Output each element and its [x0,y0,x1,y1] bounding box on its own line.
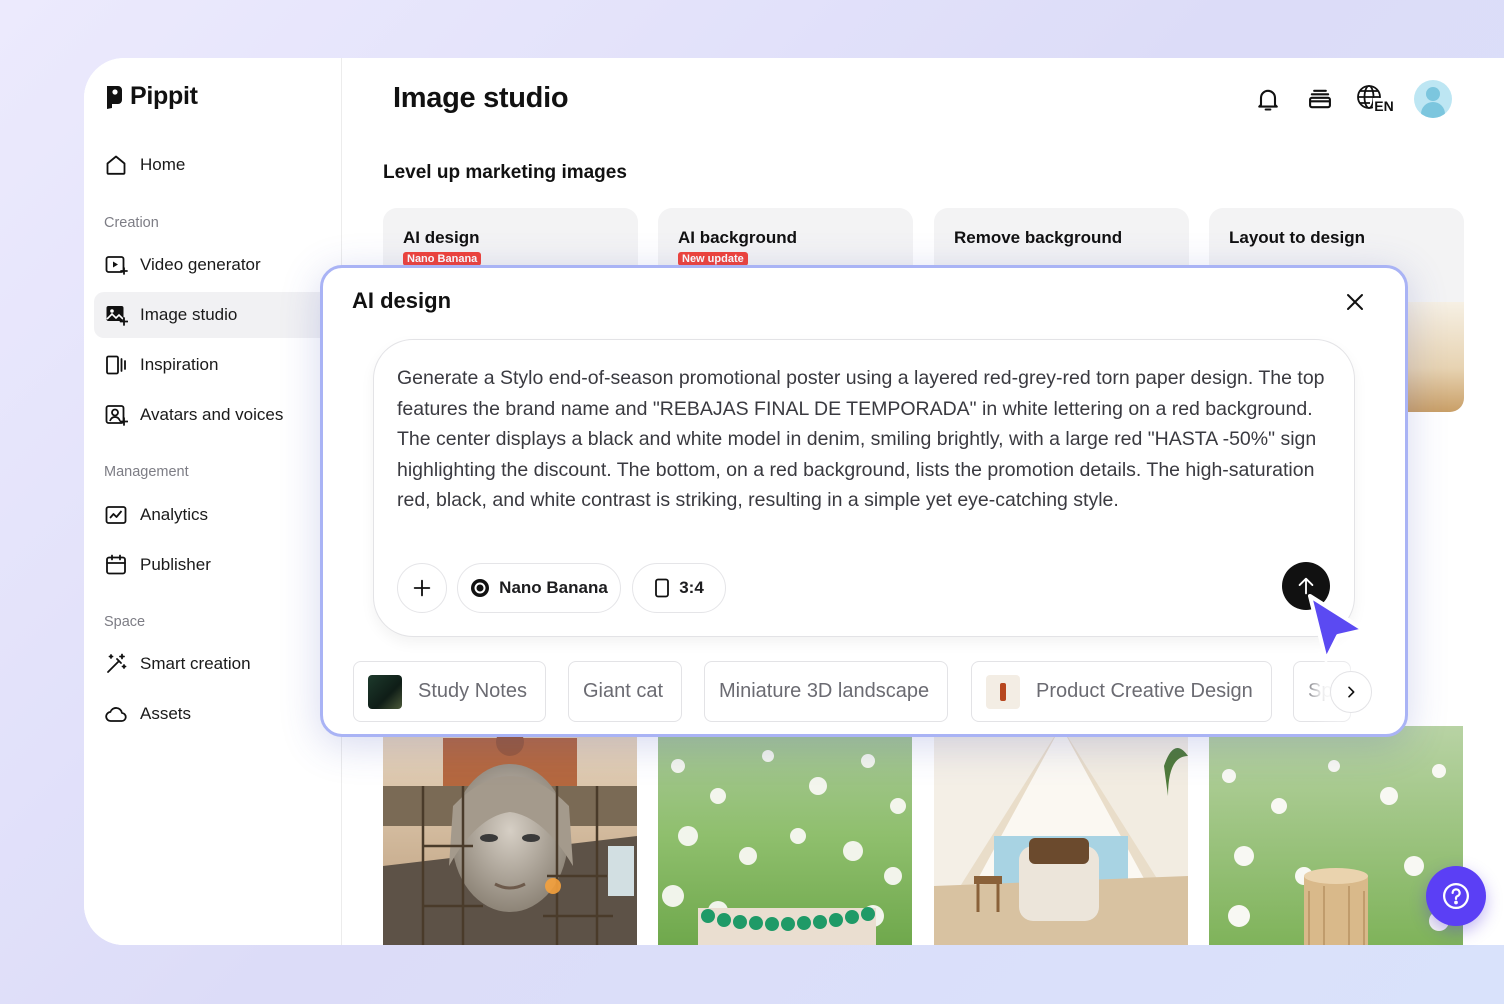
question-icon [1443,883,1469,909]
user-avatar[interactable] [1414,80,1452,118]
suggestion-chip[interactable]: Study Notes [353,661,546,722]
sidebar-item-smart-creation[interactable]: Smart creation [94,641,342,687]
tool-card-title: Layout to design [1229,228,1365,247]
sidebar-item-publisher[interactable]: Publisher [94,542,342,588]
sidebar-item-home[interactable]: Home [94,142,342,188]
notifications-button[interactable] [1252,83,1284,115]
suggestion-label: Sp [1308,680,1333,702]
sidebar: Pippit Home Creation Video generator Ima… [84,58,342,945]
tool-card-badge: New update [678,252,748,266]
sidebar-item-inspiration[interactable]: Inspiration [94,342,342,388]
suggestion-label: Study Notes [418,680,527,702]
section-label-creation: Creation [104,215,159,231]
model-selector[interactable]: Nano Banana [457,563,621,613]
mouse-cursor-icon [1308,594,1366,662]
sidebar-item-label: Image studio [140,305,238,324]
suggestion-label: Product Creative Design [1036,680,1253,702]
gallery-image[interactable] [1209,726,1463,945]
suggestion-label: Miniature 3D landscape [719,680,930,702]
gallery-image[interactable] [658,726,912,945]
tool-card-title: AI background [678,228,798,247]
bell-icon [1258,89,1278,111]
sidebar-item-label: Home [140,155,186,174]
magic-wand-icon [107,653,127,673]
help-button[interactable] [1426,866,1486,926]
prompt-box: Generate a Stylo end-of-season promotion… [373,339,1355,637]
suggestion-label: Giant cat [583,680,664,702]
header-actions: EN [1252,80,1452,118]
avatar-icon [105,405,128,426]
beach-tent-image [934,726,1188,945]
pippit-logo-icon [107,85,122,109]
tool-card-title: Remove background [954,228,1123,247]
close-button[interactable] [1343,290,1367,314]
tool-card-badge: Nano Banana [403,252,482,266]
brand-name: Pippit [130,82,198,110]
modal-title: AI design [352,288,452,313]
analytics-icon [105,506,127,524]
language-button[interactable]: EN [1356,83,1395,115]
statue-scene-image [383,726,637,945]
sidebar-item-label: Inspiration [140,355,219,374]
section-title: Level up marketing images [383,162,627,183]
close-icon [1347,294,1363,310]
tool-card-title: AI design [403,228,480,247]
gallery-image[interactable] [383,726,637,945]
prompt-textarea[interactable]: Generate a Stylo end-of-season promotion… [397,363,1333,516]
inspiration-icon [106,355,126,375]
credits-button[interactable] [1304,83,1336,115]
section-label-management: Management [104,464,189,480]
video-generator-icon [105,256,128,275]
sidebar-item-assets[interactable]: Assets [94,691,342,737]
suggestion-thumbnail [986,674,1020,709]
suggestion-chip[interactable]: Miniature 3D landscape [704,661,949,722]
sidebar-item-label: Assets [140,704,192,723]
sidebar-item-video-generator[interactable]: Video generator [94,242,342,288]
aspect-ratio-icon [655,578,670,598]
page-title: Image studio [393,82,569,114]
suggestions-row: Study Notes Giant cat Miniature 3D lands… [353,658,1377,728]
add-attachment-button[interactable] [397,563,447,613]
sidebar-item-analytics[interactable]: Analytics [94,492,342,538]
tool-card-thumbnail [1404,302,1464,412]
model-logo-icon [471,579,490,597]
home-icon [106,155,126,175]
flower-field-bracelet-image [658,726,912,945]
cloud-icon [105,707,127,722]
aspect-ratio-label: 3:4 [679,578,704,597]
sidebar-item-image-studio[interactable]: Image studio [94,292,342,338]
chevron-right-icon [1348,686,1355,698]
scroll-next-button[interactable] [1330,671,1372,713]
aspect-ratio-selector[interactable]: 3:4 [632,563,726,613]
section-label-space: Space [104,614,146,630]
gallery-image[interactable] [934,726,1188,945]
sidebar-item-label: Avatars and voices [140,405,284,424]
ai-design-modal: AI design Generate a Stylo end-of-season… [320,265,1408,737]
brand-logo[interactable]: Pippit [104,82,198,111]
flower-field-product-image [1209,726,1463,945]
suggestion-chip[interactable]: Product Creative Design [971,661,1272,722]
sidebar-item-label: Analytics [140,505,209,524]
calendar-icon [106,554,126,575]
suggestion-chip[interactable]: Giant cat [568,661,683,722]
sidebar-item-avatars-voices[interactable]: Avatars and voices [94,392,342,438]
sidebar-item-label: Publisher [140,555,211,574]
sidebar-item-label: Video generator [140,255,261,274]
image-studio-icon [106,306,128,326]
plus-icon [413,579,431,597]
stack-icon [1309,89,1331,109]
suggestion-thumbnail [368,674,402,709]
model-label: Nano Banana [499,578,608,597]
language-code: EN [1373,98,1395,114]
sidebar-item-label: Smart creation [140,654,251,673]
